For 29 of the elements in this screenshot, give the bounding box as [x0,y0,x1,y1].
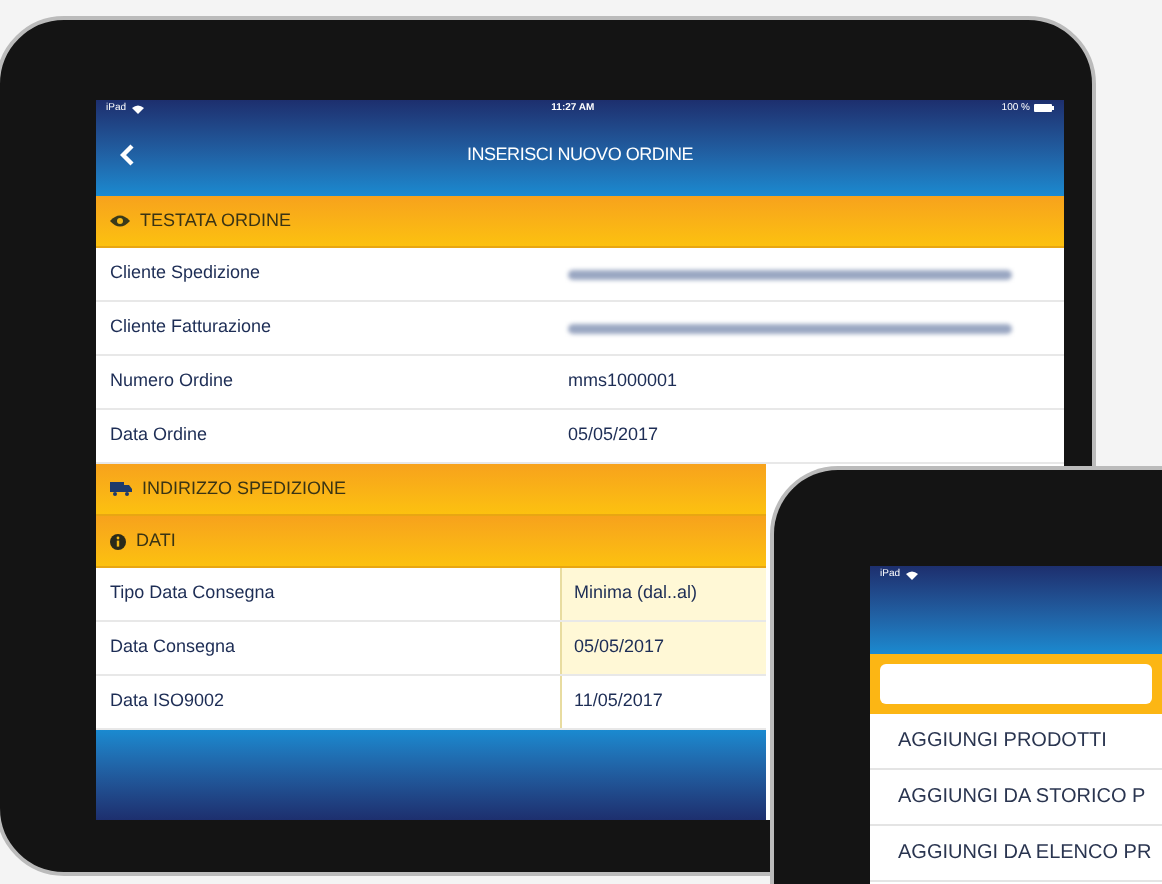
section-title: INDIRIZZO SPEDIZIONE [142,475,347,502]
menu-item[interactable]: AGGIUNGI DA ELENCO PR [870,826,1162,882]
back-icon[interactable] [120,144,134,166]
truck-icon [110,482,132,496]
screen-title: INSERISCI NUOVO ORDINE [466,142,694,169]
section-header[interactable]: TESTATA ORDINE [96,196,1064,248]
field-label: Data Consegna [108,634,238,661]
field-label: Cliente Spedizione [108,260,263,287]
eye-icon [110,214,130,228]
menu-item[interactable]: AGGIUNGI DA STORICO P [870,770,1162,826]
field-value: mms1000001 [568,368,678,395]
section-header[interactable]: DATI [96,516,766,568]
wifi-icon [906,570,919,580]
section-title: TESTATA ORDINE [140,207,292,234]
section-header[interactable]: INDIRIZZO SPEDIZIONE [96,464,766,516]
info-icon [110,533,126,549]
field-label: Numero Ordine [108,368,236,395]
section-title: DATI [136,527,176,554]
field-value: 05/05/2017 [568,422,659,449]
field-label: Data ISO9002 [108,688,227,715]
field-label: Data Ordine [108,422,210,449]
input-field[interactable]: Minima (dal..al) [560,568,766,620]
wifi-icon [132,103,145,113]
field-label: Cliente Fatturazione [108,314,274,341]
menu-item[interactable]: AGGIUNGI PRODOTTI [870,714,1162,770]
search-field[interactable] [880,664,1152,704]
field-label: Tipo Data Consegna [108,580,277,607]
input-field[interactable]: 05/05/2017 [560,622,766,674]
battery-icon [1033,104,1054,112]
